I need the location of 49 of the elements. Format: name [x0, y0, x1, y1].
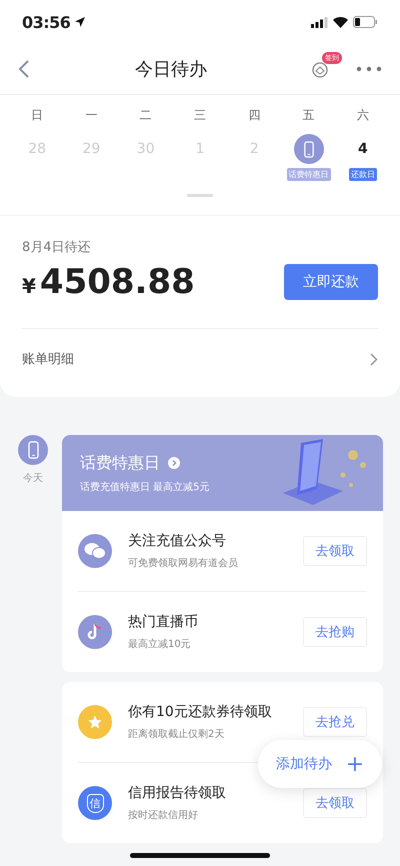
- phone-day-marker[interactable]: [294, 134, 324, 164]
- weekday-label: 日: [30, 107, 44, 124]
- promo-title: 话费特惠日: [80, 452, 160, 474]
- task-title: 你有10元还款券待领取: [128, 703, 273, 721]
- calendar-date[interactable]: 4: [358, 134, 368, 164]
- task-subtitle: 距离领取截止仅剩2天: [128, 728, 226, 741]
- wifi-icon: [333, 16, 348, 28]
- chevron-right-icon[interactable]: [370, 352, 378, 366]
- day-tag: 话费特惠日: [286, 168, 331, 181]
- task-subtitle: 可免费领取网易有道会员: [128, 556, 239, 570]
- task-subtitle: 最高立减10元: [128, 638, 192, 651]
- pay-now-button[interactable]: 立即还款: [284, 264, 378, 300]
- claim-button[interactable]: 去领取: [303, 788, 367, 818]
- phone-icon: [304, 140, 314, 158]
- promo-banner[interactable]: 话费特惠日 话费充值特惠日 最高立减5元: [62, 435, 383, 511]
- timeline-label: 今天: [23, 472, 43, 485]
- battery-icon: [353, 16, 378, 28]
- credit-shield-icon: 信: [86, 794, 104, 812]
- add-task-button[interactable]: 添加待办 +: [258, 740, 382, 788]
- arrow-circle-icon: [168, 457, 180, 469]
- weekday-label: 五: [302, 107, 316, 124]
- chat-bubbles-icon: [84, 542, 106, 560]
- weekday-label: 二: [138, 107, 153, 124]
- phone-icon: [28, 441, 38, 459]
- page-title: 今日待办: [135, 58, 207, 81]
- music-note-icon: [87, 623, 103, 641]
- location-arrow-icon: [75, 17, 86, 27]
- back-icon[interactable]: [18, 59, 30, 79]
- task-title: 信用报告待领取: [128, 784, 227, 802]
- star-icon: [87, 714, 103, 730]
- weekday-label: 四: [247, 107, 262, 124]
- claim-button[interactable]: 去抢购: [303, 617, 367, 647]
- promo-subtitle: 话费充值特惠日 最高立减5元: [80, 480, 210, 494]
- day-tag: 还款日: [348, 168, 377, 181]
- amount-due: 4508.88: [40, 262, 195, 302]
- task-title: 关注充值公众号: [128, 532, 227, 550]
- more-icon[interactable]: [356, 66, 382, 72]
- task-title: 热门直播币: [128, 613, 199, 631]
- claim-button[interactable]: 去领取: [303, 536, 367, 566]
- weekday-label: 一: [84, 107, 98, 124]
- bill-details-link[interactable]: 账单明细: [22, 350, 74, 368]
- weekday-label: 六: [356, 107, 370, 124]
- status-time: 03:56: [22, 12, 70, 32]
- weekday-label: 三: [192, 107, 207, 124]
- signal-icon: [311, 16, 328, 28]
- task-subtitle: 按时还款信用好: [128, 808, 199, 822]
- due-date-caption: 8月4日待还: [22, 239, 92, 256]
- currency-symbol: ¥: [22, 274, 36, 298]
- claim-button[interactable]: 去抢兑: [303, 707, 367, 737]
